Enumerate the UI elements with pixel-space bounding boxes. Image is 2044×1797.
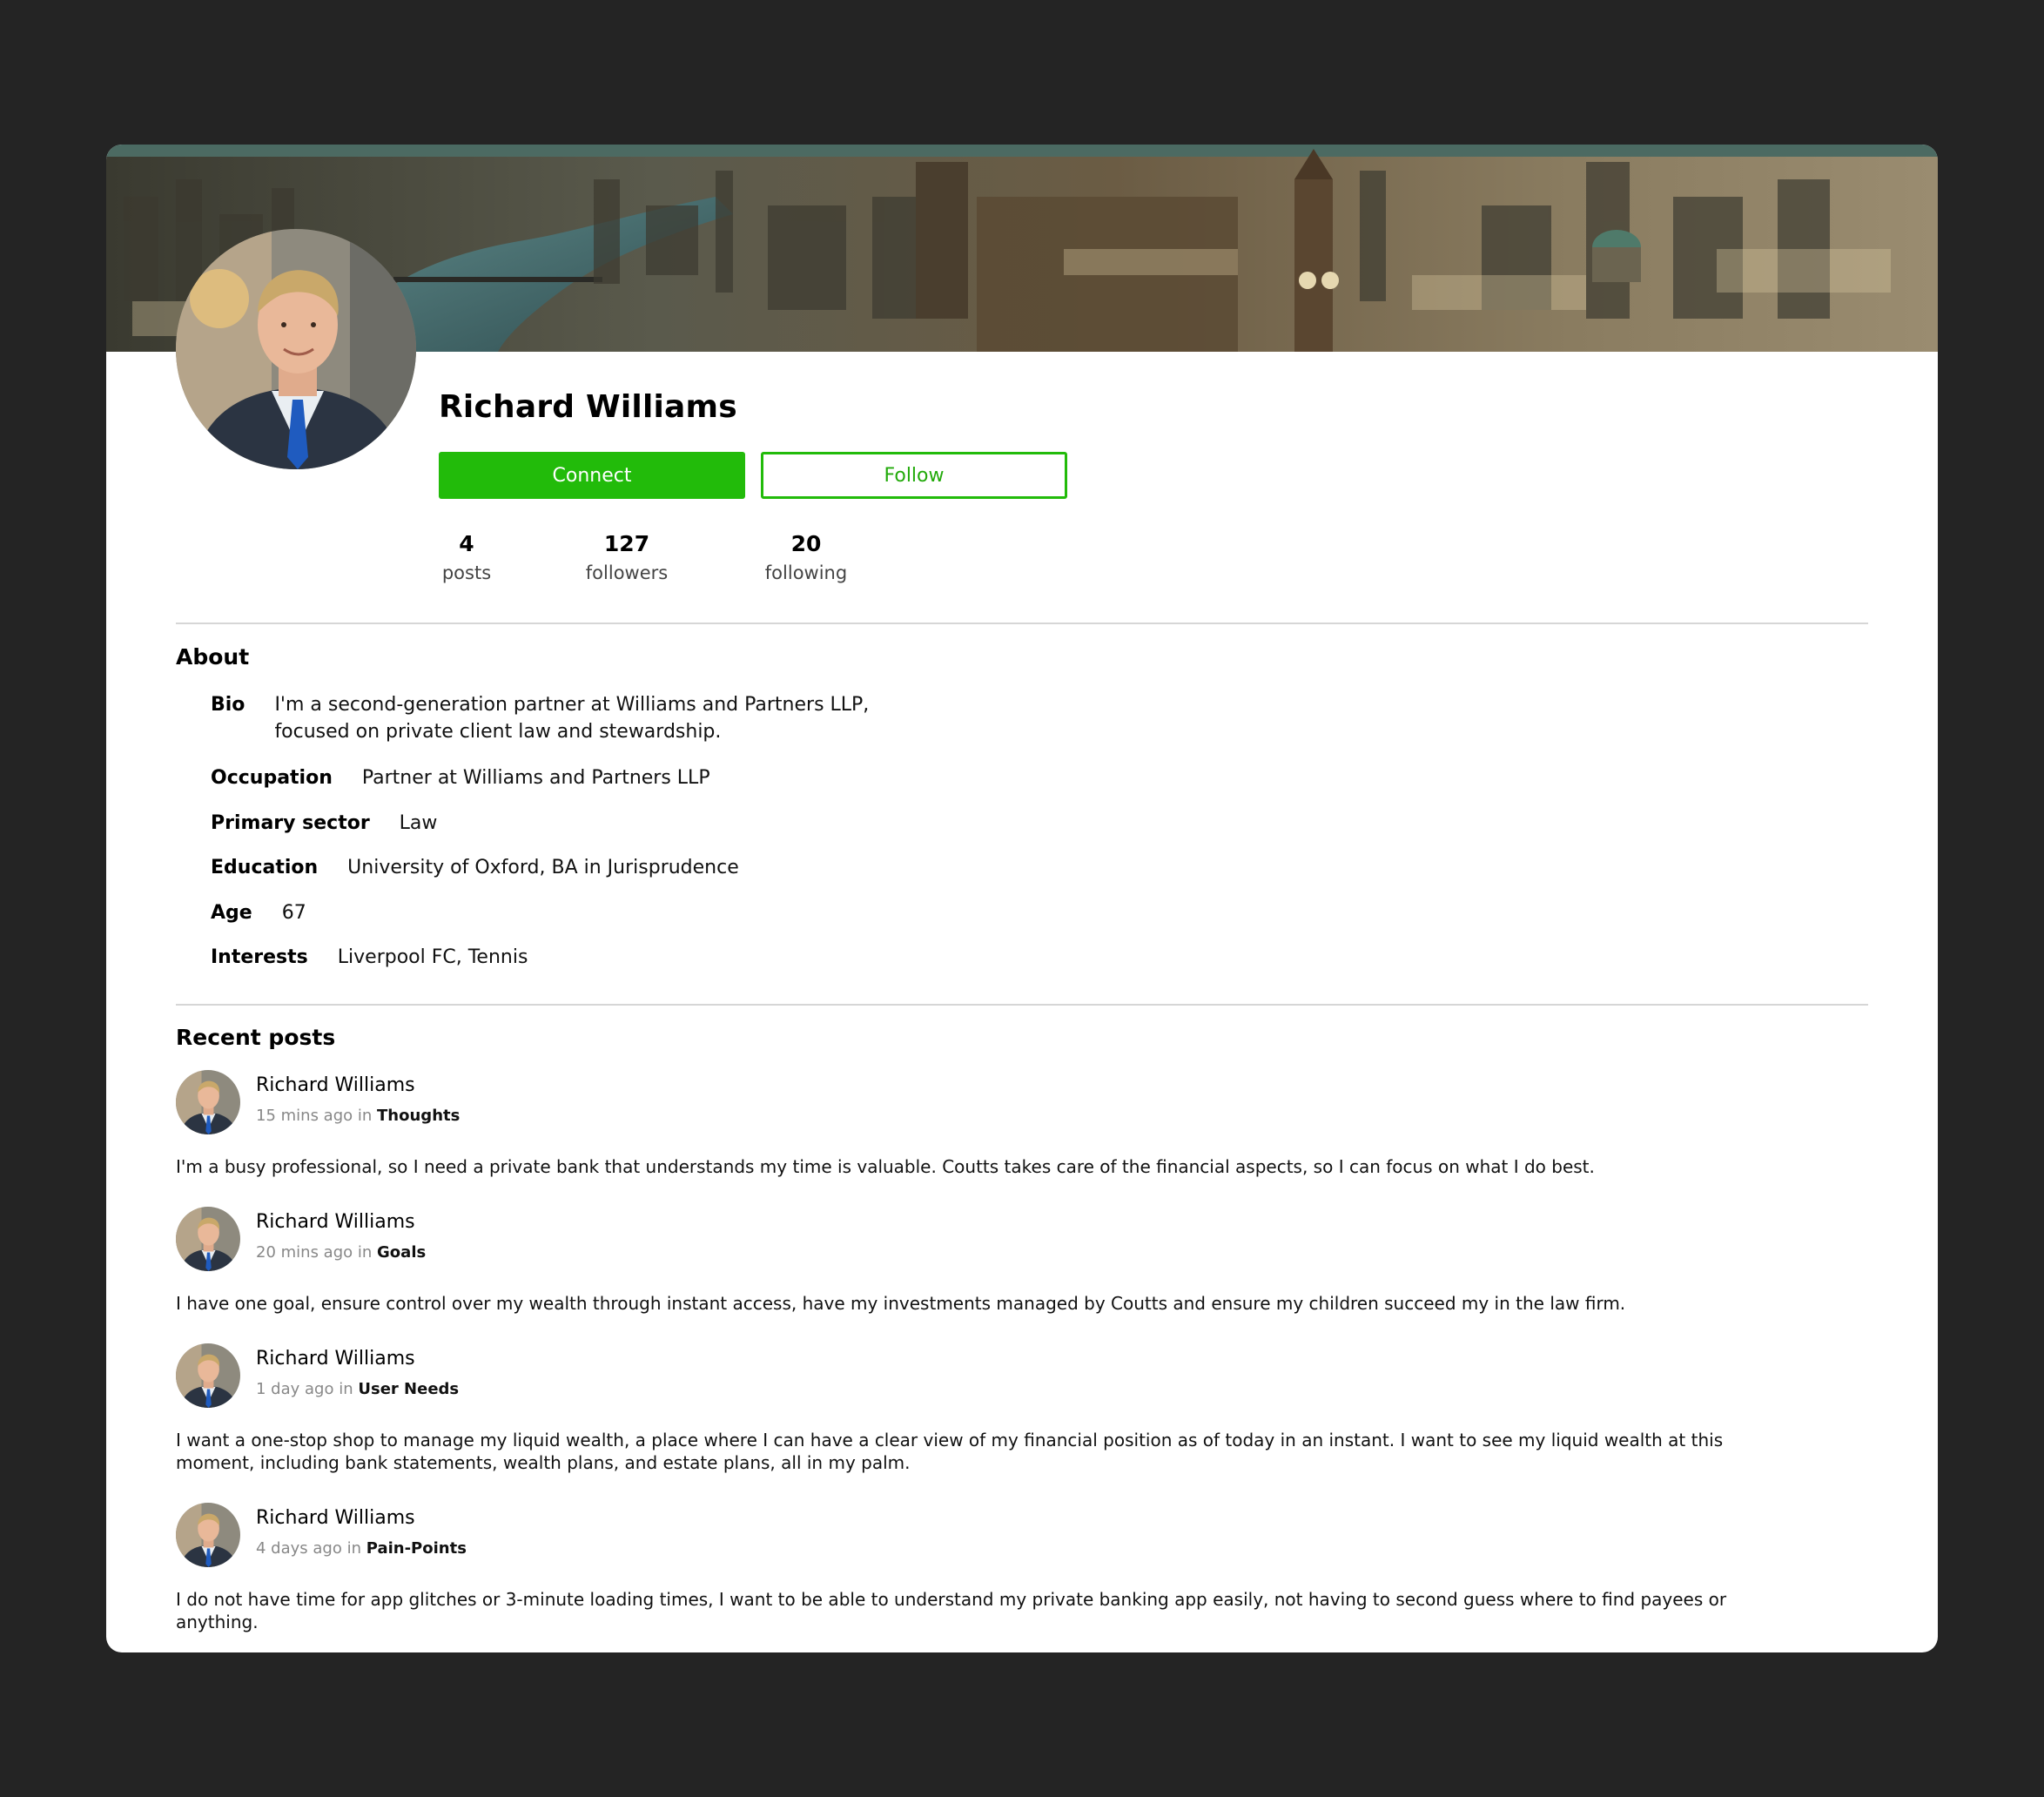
post-meta: 1 day ago in User Needs	[256, 1380, 459, 1398]
bio-label: Bio	[211, 694, 245, 716]
profile-name: Richard Williams	[439, 389, 737, 425]
about-sector: Primary sector Law	[211, 810, 437, 837]
stat-posts-label: posts	[441, 562, 492, 583]
post-category[interactable]: User Needs	[358, 1380, 459, 1398]
post-in: in	[357, 1107, 373, 1125]
post-category[interactable]: Pain-Points	[366, 1539, 467, 1558]
stat-followers-label: followers	[585, 562, 669, 583]
stat-posts-value: 4	[459, 531, 474, 556]
sector-label: Primary sector	[211, 812, 370, 834]
post-time: 4 days ago	[256, 1539, 342, 1558]
divider	[176, 623, 1868, 624]
stat-posts[interactable]: 4 posts	[397, 531, 536, 589]
about-education: Education University of Oxford, BA in Ju…	[211, 854, 739, 881]
occupation-value: Partner at Williams and Partners LLP	[361, 767, 710, 789]
post-time: 15 mins ago	[256, 1107, 353, 1125]
age-value: 67	[281, 902, 306, 924]
post-category[interactable]: Goals	[377, 1243, 426, 1262]
post-meta: 15 mins ago in Thoughts	[256, 1107, 460, 1125]
about-title: About	[176, 644, 250, 670]
connect-button[interactable]: Connect	[439, 452, 745, 499]
post-author-name[interactable]: Richard Williams	[256, 1507, 415, 1529]
about-age: Age 67	[211, 899, 306, 926]
stat-followers[interactable]: 127 followers	[557, 531, 696, 589]
interests-value: Liverpool FC, Tennis	[337, 946, 528, 968]
age-label: Age	[211, 902, 252, 924]
post-in: in	[339, 1380, 353, 1398]
occupation-label: Occupation	[211, 767, 333, 789]
follow-button[interactable]: Follow	[761, 452, 1067, 499]
post-time: 1 day ago	[256, 1380, 334, 1398]
post-body: I'm a busy professional, so I need a pri…	[176, 1156, 1595, 1177]
post-in: in	[346, 1539, 362, 1558]
recent-posts-title: Recent posts	[176, 1025, 336, 1050]
education-value: University of Oxford, BA in Jurisprudenc…	[347, 857, 739, 878]
post-author-name[interactable]: Richard Williams	[256, 1211, 415, 1233]
education-label: Education	[211, 857, 319, 878]
stat-following-label: following	[764, 562, 848, 583]
post-author-name[interactable]: Richard Williams	[256, 1074, 415, 1096]
stat-following-value: 20	[790, 531, 822, 556]
bio-value: I'm a second-generation partner at Willi…	[274, 691, 869, 745]
post-author-avatar[interactable]	[176, 1503, 240, 1567]
post-body: I want a one-stop shop to manage my liqu…	[176, 1430, 1724, 1473]
about-bio: Bio I'm a second-generation partner at W…	[211, 691, 869, 745]
post-time: 20 mins ago	[256, 1243, 353, 1262]
post-author-name[interactable]: Richard Williams	[256, 1348, 415, 1370]
post-meta: 4 days ago in Pain-Points	[256, 1539, 467, 1558]
sector-value: Law	[399, 812, 438, 834]
post-in: in	[357, 1243, 373, 1262]
stat-following[interactable]: 20 following	[736, 531, 876, 589]
profile-avatar[interactable]	[176, 229, 416, 469]
about-occupation: Occupation Partner at Williams and Partn…	[211, 764, 710, 791]
bio-line-1: I'm a second-generation partner at Willi…	[274, 694, 870, 716]
post-body: I have one goal, ensure control over my …	[176, 1293, 1626, 1314]
post-meta: 20 mins ago in Goals	[256, 1243, 426, 1262]
post-author-avatar[interactable]	[176, 1070, 240, 1134]
post-author-avatar[interactable]	[176, 1207, 240, 1271]
post-body: I do not have time for app glitches or 3…	[176, 1589, 1727, 1632]
divider	[176, 1004, 1868, 1006]
interests-label: Interests	[211, 946, 308, 968]
bio-line-2: focused on private client law and stewar…	[274, 721, 722, 743]
profile-card: Richard Williams Connect Follow 4 posts …	[106, 145, 1938, 1652]
post-author-avatar[interactable]	[176, 1343, 240, 1408]
post-category[interactable]: Thoughts	[377, 1107, 460, 1125]
about-interests: Interests Liverpool FC, Tennis	[211, 944, 528, 971]
stat-followers-value: 127	[603, 531, 650, 556]
